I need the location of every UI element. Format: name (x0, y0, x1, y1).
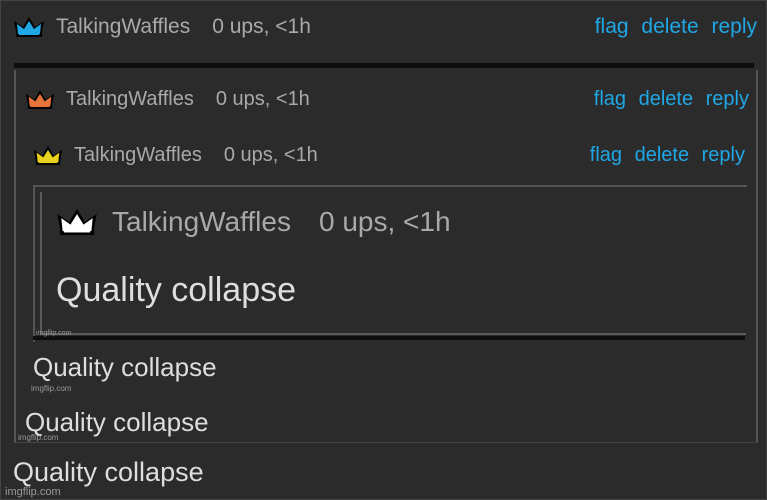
comment-meta: 0 ups, <1h (223, 144, 318, 166)
comment-header-3: TalkingWaffles 0 ups, <1h (32, 143, 318, 168)
reply-link[interactable]: reply (711, 15, 757, 38)
watermark: imgflip.com (36, 330, 72, 337)
delete-link[interactable]: delete (639, 88, 694, 110)
comment-body-4: Quality collapse (56, 271, 297, 309)
comment-header-2: TalkingWaffles 0 ups, <1h (24, 87, 310, 112)
username[interactable]: TalkingWaffles (112, 206, 291, 238)
comment-header-4: TalkingWaffles 0 ups, <1h (54, 205, 451, 239)
comment-meta: 0 ups, <1h (215, 88, 310, 110)
comment-header-1: TalkingWaffles 0 ups, <1h (12, 14, 311, 40)
reply-link[interactable]: reply (706, 88, 749, 110)
comment-meta: 0 ups, <1h (318, 206, 451, 237)
reply-link[interactable]: reply (702, 144, 745, 166)
delete-link[interactable]: delete (635, 144, 690, 166)
username[interactable]: TalkingWaffles (74, 144, 202, 167)
inner-separator-bar (33, 336, 745, 340)
comment-actions-3: flag delete reply (590, 144, 745, 167)
username[interactable]: TalkingWaffles (56, 15, 190, 39)
separator-bar (14, 63, 754, 68)
crown-icon (25, 90, 55, 109)
watermark: imgflip.com (31, 384, 72, 393)
flag-link[interactable]: flag (595, 15, 629, 38)
delete-link[interactable]: delete (641, 15, 698, 38)
comment-meta: 0 ups, <1h (212, 15, 311, 38)
crown-icon (33, 146, 63, 165)
flag-link[interactable]: flag (590, 144, 622, 166)
comment-body-1: Quality collapse (13, 457, 204, 487)
comment-body-3: Quality collapse (33, 352, 217, 382)
watermark: imgflip.com (18, 433, 59, 442)
comment-actions-2: flag delete reply (594, 88, 749, 111)
crown-icon (57, 208, 97, 236)
comment-actions-1: flag delete reply (595, 15, 757, 39)
crown-icon (14, 17, 44, 37)
flag-link[interactable]: flag (594, 88, 626, 110)
watermark: imgflip.com (5, 486, 61, 498)
username[interactable]: TalkingWaffles (66, 88, 194, 111)
